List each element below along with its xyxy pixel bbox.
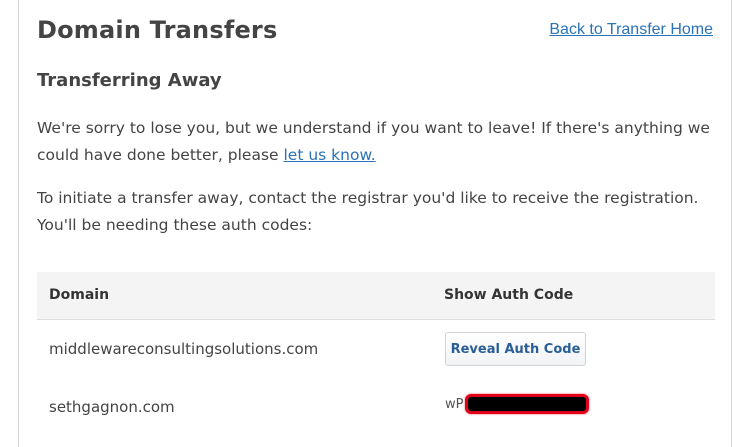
- auth-codes-table: Domain Show Auth Code middlewareconsulti…: [37, 272, 715, 434]
- domain-name: middlewareconsultingsolutions.com: [49, 340, 319, 358]
- table-row: middlewareconsultingsolutions.com Reveal…: [37, 320, 715, 378]
- column-header-auth-code: Show Auth Code: [444, 287, 574, 303]
- page-title: Domain Transfers: [37, 16, 278, 44]
- table-header: Domain Show Auth Code: [37, 272, 715, 320]
- reveal-auth-code-button[interactable]: Reveal Auth Code: [445, 332, 586, 366]
- domain-name: sethgagnon.com: [49, 398, 175, 416]
- redaction-box: [465, 394, 590, 414]
- back-to-transfer-home-link[interactable]: Back to Transfer Home: [549, 21, 713, 39]
- auth-code-value: wP: [445, 394, 590, 414]
- apology-paragraph: We're sorry to lose you, but we understa…: [37, 115, 717, 169]
- column-header-domain: Domain: [49, 287, 110, 303]
- section-title: Transferring Away: [37, 70, 222, 91]
- content-panel: Domain Transfers Back to Transfer Home T…: [18, 0, 732, 447]
- instructions-paragraph: To initiate a transfer away, contact the…: [37, 189, 699, 234]
- table-row: sethgagnon.com wP: [37, 378, 715, 434]
- auth-code-prefix: wP: [445, 396, 464, 412]
- let-us-know-link[interactable]: let us know.: [283, 146, 375, 164]
